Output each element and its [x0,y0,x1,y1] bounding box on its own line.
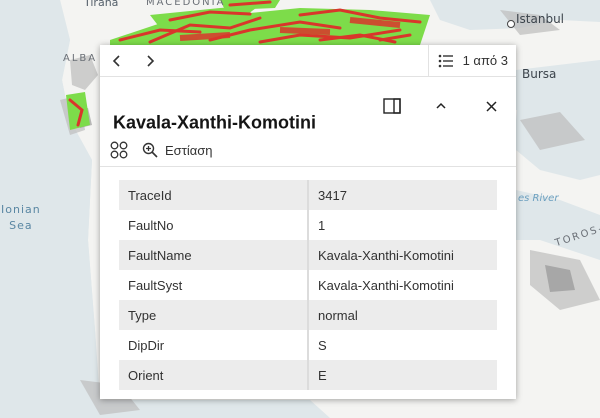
map-label-macedonia: MACEDONIA [146,0,226,8]
map-label-bursa: Bursa [522,67,557,81]
city-marker-istanbul [507,20,515,28]
popup-navigation-bar: 1 από 3 [100,45,516,77]
attribute-key: Orient [119,360,309,390]
map-label-ionian-sea: Ionian Sea [1,203,41,232]
next-feature-button[interactable] [138,49,162,73]
collapse-button[interactable] [428,93,454,119]
dock-button[interactable] [379,93,405,119]
attribute-value: normal [308,300,497,330]
chevron-right-icon [147,55,155,67]
feature-list-button[interactable]: 1 από 3 [428,45,516,76]
previous-feature-button[interactable] [105,49,129,73]
table-row: Type normal [119,300,497,330]
attribute-key: FaultSyst [119,270,309,300]
zoom-to-button[interactable]: Εστίαση [142,138,213,162]
attribute-value: S [308,330,497,360]
attribute-value: Kavala-Xanthi-Komotini [308,240,497,270]
attribute-key: FaultNo [119,210,309,240]
table-row: TraceId 3417 [119,180,497,210]
chevron-up-icon [436,102,446,109]
feature-popup: 1 από 3 Kavala-Xanthi-Komotini Εστίαση T… [100,45,516,399]
map-label-alba: ALBA [63,53,98,64]
attribute-value: Kavala-Xanthi-Komotini [308,270,497,300]
map-label-river: es River [518,193,559,204]
attribute-key: FaultName [119,240,309,270]
close-icon [485,100,497,112]
zoom-in-icon [142,142,158,158]
table-row: FaultSyst Kavala-Xanthi-Komotini [119,270,497,300]
table-row: Orient E [119,360,497,390]
table-row: DipDir S [119,330,497,360]
table-row: FaultName Kavala-Xanthi-Komotini [119,240,497,270]
popup-actions-bar: Εστίαση [100,134,516,167]
attribute-key: DipDir [119,330,309,360]
zoom-to-label: Εστίαση [165,142,213,158]
more-actions-button[interactable] [107,138,131,162]
feature-count-label: 1 από 3 [462,53,508,68]
attribute-value: 1 [308,210,497,240]
popup-title: Kavala-Xanthi-Komotini [113,112,317,133]
chevron-left-icon [112,55,120,67]
dock-icon [383,98,401,114]
list-icon [438,54,453,67]
close-button[interactable] [478,93,504,119]
attribute-key: TraceId [119,180,309,210]
table-row: FaultNo 1 [119,210,497,240]
attribute-value: 3417 [308,180,497,210]
attribute-value: E [308,360,497,390]
map-label-istanbul: Istanbul [516,12,565,26]
popup-header: Kavala-Xanthi-Komotini [100,77,516,135]
map-label-tirana: Tirana [84,0,119,9]
attribute-key: Type [119,300,309,330]
grid-icon [110,141,128,159]
attribute-table: TraceId 3417 FaultNo 1 FaultName Kavala-… [119,180,497,390]
